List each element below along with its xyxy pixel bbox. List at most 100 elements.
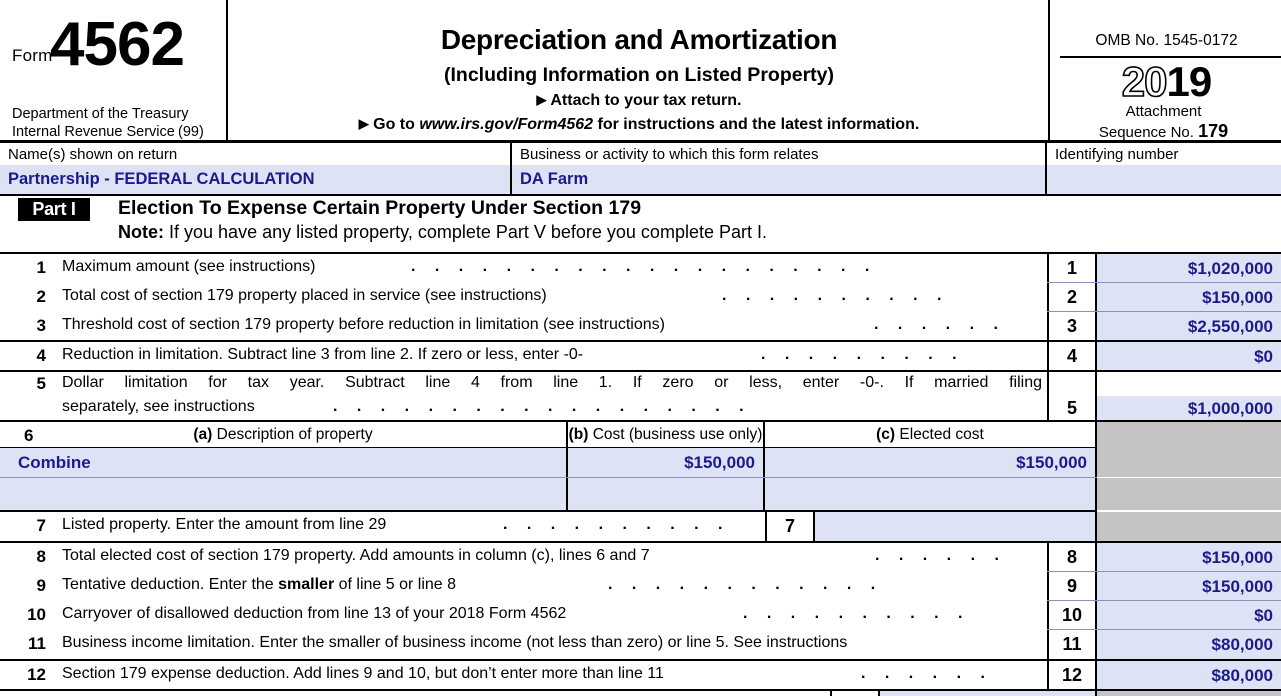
- line-text-5a: Dollar limitation for tax year. Subtract…: [62, 374, 1042, 391]
- row-6-1-cost[interactable]: $150,000: [568, 448, 765, 477]
- line-numbox-1: 1: [1047, 254, 1097, 282]
- col-b-header-text: (b) Cost (business use only): [568, 426, 763, 444]
- line-number-7: 7: [36, 516, 46, 535]
- line-amount-7[interactable]: [815, 512, 1097, 541]
- tax-year: 2019: [1052, 57, 1281, 106]
- line-dots-4: . . . . . . . . .: [761, 346, 965, 363]
- line-text-11: Business income limitation. Enter the sm…: [62, 634, 848, 651]
- line-6-table-header: 6 (a) Description of property (b) Cost (…: [0, 420, 1281, 448]
- form-number: 4562: [50, 10, 185, 79]
- col-b-header: (b) Cost (business use only): [568, 422, 765, 448]
- name-label: Name(s) shown on return: [8, 146, 178, 163]
- line-row-11: 11 Business income limitation. Enter the…: [0, 630, 1281, 659]
- line-amount-12[interactable]: $80,000: [1097, 661, 1281, 689]
- line-number-10: 10: [27, 605, 46, 624]
- line-number-12: 12: [27, 665, 46, 684]
- line-numbox-2: 2: [1047, 283, 1097, 311]
- note-text: If you have any listed property, complet…: [169, 222, 767, 242]
- line-row-8: 8 Total elected cost of section 179 prop…: [0, 543, 1281, 571]
- department-line-2: Internal Revenue Service: [12, 124, 175, 140]
- department-line-1: Department of the Treasury: [12, 106, 189, 122]
- line-text-8: Total elected cost of section 179 proper…: [62, 547, 650, 564]
- name-cell: Name(s) shown on return Partnership - FE…: [0, 143, 512, 194]
- line-row-5: 5 Dollar limitation for tax year. Subtra…: [0, 372, 1281, 420]
- col-c-label: (c): [876, 426, 896, 443]
- line-dots-1: . . . . . . . . . . . . . . . . . . . .: [411, 258, 877, 275]
- row-6-1-description[interactable]: Combine: [0, 448, 568, 477]
- line-row-4: 4 Reduction in limitation. Subtract line…: [0, 342, 1281, 370]
- row-6-2-shaded: [1097, 478, 1281, 510]
- col-c-header-text: (c) Elected cost: [765, 426, 1095, 444]
- line-amount-3[interactable]: $2,550,000: [1097, 312, 1281, 340]
- omb-number: OMB No. 1545-0172: [1095, 32, 1238, 49]
- row-6-2-description[interactable]: [0, 478, 568, 510]
- line-9-post: of line 5 or line 8: [334, 576, 457, 593]
- line-dots-10: . . . . . . . . . .: [743, 605, 970, 622]
- line-amount-5[interactable]: $1,000,000: [1097, 396, 1281, 420]
- line-row-1: 1 Maximum amount (see instructions) . . …: [0, 254, 1281, 282]
- line-numbox-9: 9: [1047, 572, 1097, 600]
- line-amount-10[interactable]: $0: [1097, 601, 1281, 629]
- business-field[interactable]: DA Farm: [512, 165, 1045, 194]
- col-a-label: (a): [193, 426, 213, 443]
- attachment-label-2: Sequence No. 179: [1052, 121, 1275, 142]
- line-numbox-5: 5: [1047, 372, 1097, 420]
- line-row-7: 7 Listed property. Enter the amount from…: [0, 512, 1281, 541]
- goto-suffix: for instructions and the latest informat…: [597, 116, 920, 133]
- line-row-10: 10 Carryover of disallowed deduction fro…: [0, 601, 1281, 629]
- line-number-2: 2: [36, 287, 46, 306]
- irs-form-4562: Form 4562 Department of the Treasury Int…: [0, 0, 1281, 696]
- col-b-label: (b): [568, 426, 589, 443]
- tax-year-century: 20: [1121, 57, 1168, 106]
- line-amount-11[interactable]: $80,000: [1097, 630, 1281, 659]
- line-number-11: 11: [28, 634, 46, 653]
- identifying-number-field[interactable]: [1047, 165, 1281, 194]
- line-row-3: 3 Threshold cost of section 179 property…: [0, 312, 1281, 340]
- col-a-header: 6 (a) Description of property: [0, 422, 568, 448]
- row-6-2-cost[interactable]: [568, 478, 765, 510]
- line-9-bold: smaller: [278, 576, 335, 593]
- line-number-1: 1: [36, 258, 46, 277]
- line-numbox-10: 10: [1047, 601, 1097, 629]
- col-shaded-header: [1097, 422, 1281, 448]
- line-row-9: 9 Tentative deduction. Enter the smaller…: [0, 572, 1281, 600]
- irs-url-link[interactable]: www.irs.gov/Form4562: [419, 116, 593, 133]
- line-amount-1[interactable]: $1,020,000: [1097, 254, 1281, 282]
- attach-instruction-text: Attach to your tax return.: [550, 92, 742, 109]
- attach-instruction: ▶ Attach to your tax return.: [230, 92, 1048, 110]
- note-label: Note:: [118, 222, 164, 242]
- line-number-8: 8: [36, 547, 46, 566]
- line-amount-13[interactable]: $70,000: [880, 691, 1097, 696]
- col-a-header-text: (a) Description of property: [0, 426, 566, 444]
- tax-year-digits: 19: [1166, 58, 1213, 105]
- table-row-6-2: [0, 478, 1281, 510]
- line-text-3: Threshold cost of section 179 property b…: [62, 316, 665, 333]
- line-text-9: Tentative deduction. Enter the smaller o…: [62, 576, 456, 594]
- line-text-5b: separately, see instructions: [62, 398, 255, 415]
- taxpayer-identity-row: Name(s) shown on return Partnership - FE…: [0, 143, 1281, 196]
- line-numbox-13: 13: [830, 691, 880, 696]
- col-c-text: Elected cost: [899, 426, 984, 443]
- line-numbox-12: 12: [1047, 661, 1097, 689]
- arrow-right-icon-2: ▶: [358, 116, 369, 131]
- line-amount-9[interactable]: $150,000: [1097, 572, 1281, 600]
- line-text-12: Section 179 expense deduction. Add lines…: [62, 665, 664, 682]
- table-row-6-1: Combine $150,000 $150,000: [0, 448, 1281, 477]
- line-number-5: 5: [36, 374, 46, 393]
- name-field[interactable]: Partnership - FEDERAL CALCULATION: [0, 165, 510, 194]
- line-number-3: 3: [36, 316, 46, 335]
- line-dots-8: . . . . . .: [875, 547, 1007, 564]
- line-7-shaded: [1097, 512, 1281, 541]
- attachment-label-1: Attachment: [1125, 103, 1202, 120]
- line-number-4: 4: [36, 346, 46, 365]
- line-text-10: Carryover of disallowed deduction from l…: [62, 605, 567, 622]
- row-6-1-elected[interactable]: $150,000: [765, 448, 1097, 477]
- row-6-2-elected[interactable]: [765, 478, 1097, 510]
- line-text-2: Total cost of section 179 property place…: [62, 287, 547, 304]
- line-numbox-7: 7: [765, 512, 815, 541]
- goto-prefix: Go to: [373, 116, 415, 133]
- line-numbox-8: 8: [1047, 543, 1097, 571]
- line-amount-2[interactable]: $150,000: [1097, 283, 1281, 311]
- line-amount-8[interactable]: $150,000: [1097, 543, 1281, 571]
- line-amount-4[interactable]: $0: [1097, 342, 1281, 370]
